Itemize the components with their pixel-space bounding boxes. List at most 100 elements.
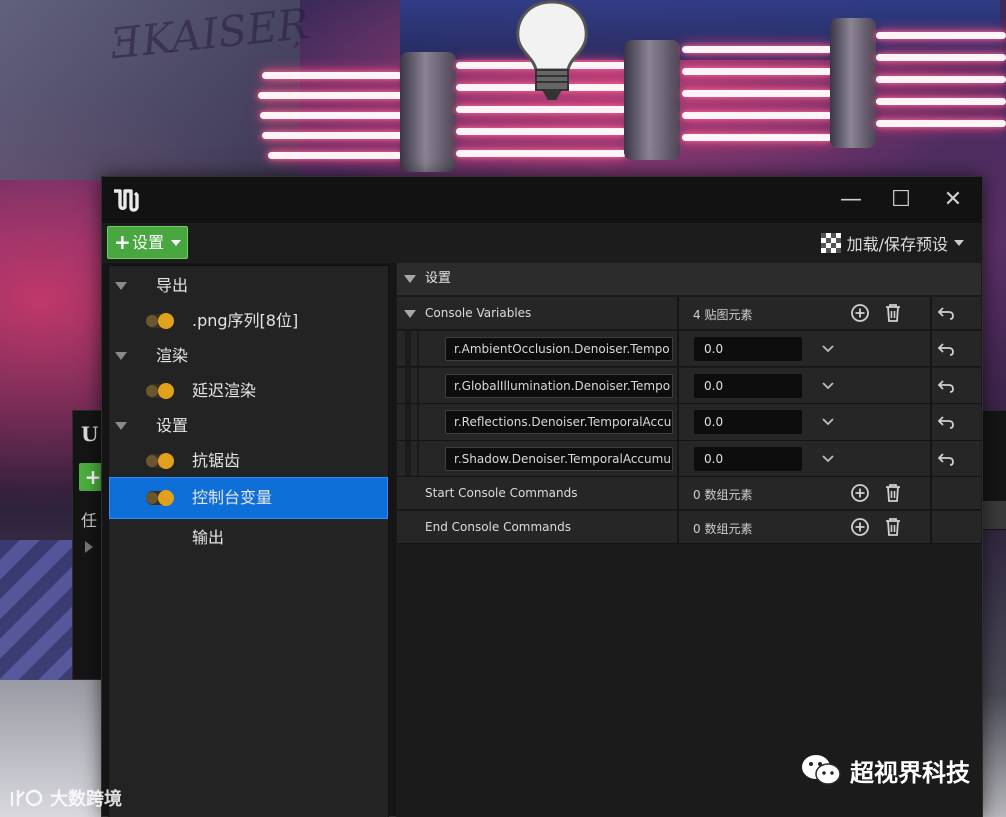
- collapse-arrow-icon: [404, 275, 416, 283]
- setting-png-sequence[interactable]: .png序列[8位]: [110, 301, 387, 341]
- expand-arrow-icon: [85, 541, 93, 553]
- chevron-down-icon: [954, 240, 964, 246]
- trash-icon: [886, 484, 900, 502]
- chevron-down-icon[interactable]: [822, 455, 834, 463]
- console-variables-row: Console Variables 4 贴图元素: [397, 297, 981, 330]
- watermark-logo-icon: [10, 789, 43, 807]
- cvar-value-field[interactable]: 0.0: [694, 447, 802, 471]
- category-label: 导出: [156, 276, 189, 295]
- load-save-preset-button[interactable]: 加载/保存预设: [820, 230, 964, 256]
- collapse-arrow-icon[interactable]: [404, 310, 416, 318]
- setting-anti-aliasing[interactable]: 抗锯齿: [110, 441, 387, 481]
- unreal-logo-icon: [114, 189, 139, 212]
- setting-label: 延迟渲染: [192, 381, 257, 400]
- chevron-down-icon[interactable]: [822, 418, 834, 426]
- element-count: 0 数组元素: [693, 522, 753, 536]
- toolbar: + 设置 加载/保存预设: [102, 223, 982, 263]
- property-name: Start Console Commands: [425, 486, 578, 500]
- wechat-icon: [802, 755, 841, 785]
- details-panel: 设置 Console Variables 4 贴图元素 r.AmbientOcc…: [396, 263, 982, 817]
- clear-elements-button[interactable]: [882, 302, 904, 324]
- cvar-name-field[interactable]: r.Shadow.Denoiser.TemporalAccumu: [445, 447, 673, 471]
- setting-deferred-rendering[interactable]: 延迟渲染: [110, 371, 387, 411]
- minimize-button[interactable]: —: [834, 185, 868, 215]
- cvar-value-field[interactable]: 0.0: [694, 337, 802, 361]
- setting-output[interactable]: 输出: [110, 518, 387, 558]
- setting-label: .png序列[8位]: [192, 311, 299, 330]
- cvar-entry-row: r.Reflections.Denoiser.TemporalAccu 0.0: [397, 404, 981, 441]
- chevron-down-icon[interactable]: [822, 345, 834, 353]
- trash-icon: [886, 304, 900, 322]
- background-window-label: 任: [81, 511, 98, 530]
- background-stripes: [0, 540, 72, 680]
- property-name: Console Variables: [425, 306, 532, 320]
- plus-icon: +: [114, 230, 131, 254]
- movie-render-settings-window: — ☐ ✕ + 设置 加载/保存预设 导出 .png序列[8位] 渲染 延迟渲染…: [101, 176, 983, 817]
- lightbulb-icon: [516, 0, 588, 100]
- cvar-value-field[interactable]: 0.0: [694, 374, 802, 398]
- enable-toggle[interactable]: [146, 453, 174, 469]
- clear-elements-button[interactable]: [882, 482, 904, 504]
- setting-console-variables[interactable]: 控制台变量: [109, 477, 388, 519]
- category-export[interactable]: 导出: [110, 266, 387, 306]
- watermark-left: 大数跨境: [10, 785, 122, 811]
- property-name: End Console Commands: [425, 520, 571, 534]
- chevron-down-icon[interactable]: [822, 382, 834, 390]
- cvar-name-field[interactable]: r.GlobalIllumination.Denoiser.Tempo: [445, 374, 673, 398]
- undo-arrow-icon: [937, 416, 954, 429]
- category-label: 设置: [156, 416, 189, 435]
- add-setting-button[interactable]: + 设置: [107, 226, 188, 259]
- setting-label: 输出: [192, 528, 225, 547]
- reset-to-default-button[interactable]: [935, 375, 957, 397]
- end-console-commands-row: End Console Commands 0 数组元素: [397, 511, 981, 544]
- undo-arrow-icon: [937, 307, 954, 320]
- clear-elements-button[interactable]: [882, 516, 904, 538]
- undo-arrow-icon: [937, 343, 954, 356]
- settings-list-panel: 导出 .png序列[8位] 渲染 延迟渲染 设置 抗锯齿 控制台变量 输出: [108, 265, 389, 817]
- maximize-button[interactable]: ☐: [884, 185, 918, 215]
- plus-circle-icon: [851, 484, 869, 502]
- load-save-preset-label: 加载/保存预设: [846, 235, 948, 254]
- watermark-left-text: 大数跨境: [50, 789, 122, 810]
- category-rendering[interactable]: 渲染: [110, 336, 387, 376]
- svg-text:U: U: [81, 422, 98, 445]
- add-setting-label: 设置: [132, 233, 165, 252]
- enable-toggle[interactable]: [146, 313, 174, 329]
- plus-circle-icon: [851, 304, 869, 322]
- watermark-right-text: 超视界科技: [850, 758, 970, 787]
- setting-label: 抗锯齿: [192, 451, 241, 470]
- cvar-value-field[interactable]: 0.0: [694, 410, 802, 434]
- unreal-logo-icon: U: [81, 422, 98, 445]
- reset-to-default-button[interactable]: [935, 411, 957, 433]
- enable-toggle[interactable]: [146, 490, 174, 506]
- category-label: 渲染: [156, 346, 189, 365]
- collapse-arrow-icon: [115, 282, 127, 290]
- reset-to-default-button[interactable]: [935, 338, 957, 360]
- chevron-down-icon: [171, 239, 182, 246]
- category-settings[interactable]: 设置: [110, 406, 387, 446]
- section-title: 设置: [425, 271, 452, 286]
- add-element-button[interactable]: [849, 482, 871, 504]
- element-count: 0 数组元素: [693, 488, 753, 502]
- collapse-arrow-icon: [115, 422, 127, 430]
- cvar-name-field[interactable]: r.Reflections.Denoiser.TemporalAccu: [445, 410, 673, 434]
- undo-arrow-icon: [937, 453, 954, 466]
- reset-to-default-button[interactable]: [935, 302, 957, 324]
- reset-to-default-button[interactable]: [935, 448, 957, 470]
- cvar-entry-row: r.GlobalIllumination.Denoiser.Tempo 0.0: [397, 368, 981, 404]
- add-element-button[interactable]: [849, 516, 871, 538]
- trash-icon: [886, 518, 900, 536]
- section-header-settings[interactable]: 设置: [397, 263, 981, 295]
- watermark-right: 超视界科技: [800, 752, 970, 788]
- start-console-commands-row: Start Console Commands 0 数组元素: [397, 477, 981, 510]
- enable-toggle[interactable]: [146, 383, 174, 399]
- cvar-entry-row: r.AmbientOcclusion.Denoiser.Tempo 0.0: [397, 331, 981, 367]
- add-element-button[interactable]: [849, 302, 871, 324]
- collapse-arrow-icon: [115, 352, 127, 360]
- element-count: 4 贴图元素: [693, 308, 753, 322]
- cvar-entry-row: r.Shadow.Denoiser.TemporalAccumu 0.0: [397, 441, 981, 477]
- close-button[interactable]: ✕: [936, 185, 970, 215]
- title-bar: — ☐ ✕: [102, 177, 982, 223]
- preset-icon: [820, 233, 841, 253]
- cvar-name-field[interactable]: r.AmbientOcclusion.Denoiser.Tempo: [445, 337, 673, 361]
